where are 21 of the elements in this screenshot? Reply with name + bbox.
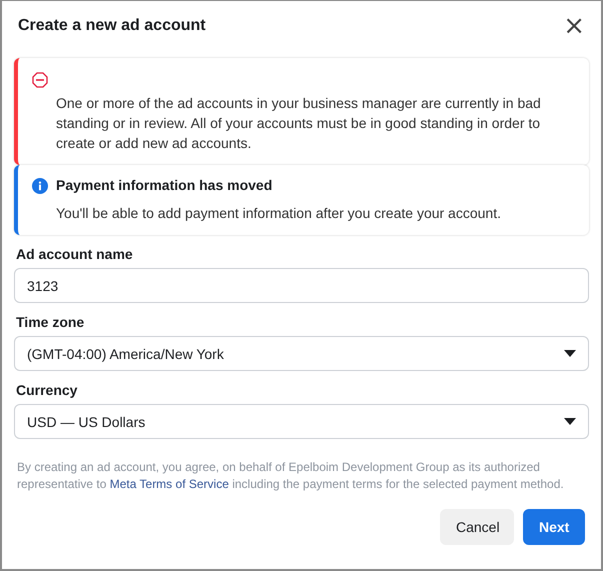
alert-text: One or more of the ad accounts in your business manager are currently in bad standing or in review. All of your accounts must be in good standing in order to create or add new ad accounts. [56, 94, 542, 153]
next-button[interactable]: Next [523, 509, 585, 545]
field-label: Ad account name [16, 246, 134, 262]
caret-icon [564, 418, 576, 425]
terms-link[interactable]: Meta Terms of Service [110, 477, 229, 491]
stop-icon [32, 72, 48, 88]
cancel-button[interactable]: Cancel [440, 509, 514, 545]
dropdown-value: (GMT-04:00) America/New York [27, 346, 224, 362]
legal-text: By creating an ad account, you agree, on behalf of Epelboim Development Group as its authorized representative to Meta Terms of Service including the payment terms for the selected payment method. [17, 459, 565, 493]
info-icon [32, 178, 48, 194]
input-field[interactable]: 3123 [14, 268, 589, 303]
alert-text: You'll be able to add payment information after you create your account. [56, 204, 501, 223]
field-label: Time zone [16, 314, 86, 330]
dialog-title: Create a new ad account [18, 17, 206, 35]
dropdown[interactable]: (GMT-04:00) America/New York [14, 336, 589, 371]
dropdown-value: USD — US Dollars [27, 414, 146, 430]
alert-title: Payment information has moved [56, 177, 274, 193]
caret-icon [564, 350, 576, 357]
close-button[interactable]: × [561, 16, 587, 36]
field-label: Currency [16, 382, 78, 398]
dropdown[interactable]: USD — US Dollars [14, 404, 589, 439]
